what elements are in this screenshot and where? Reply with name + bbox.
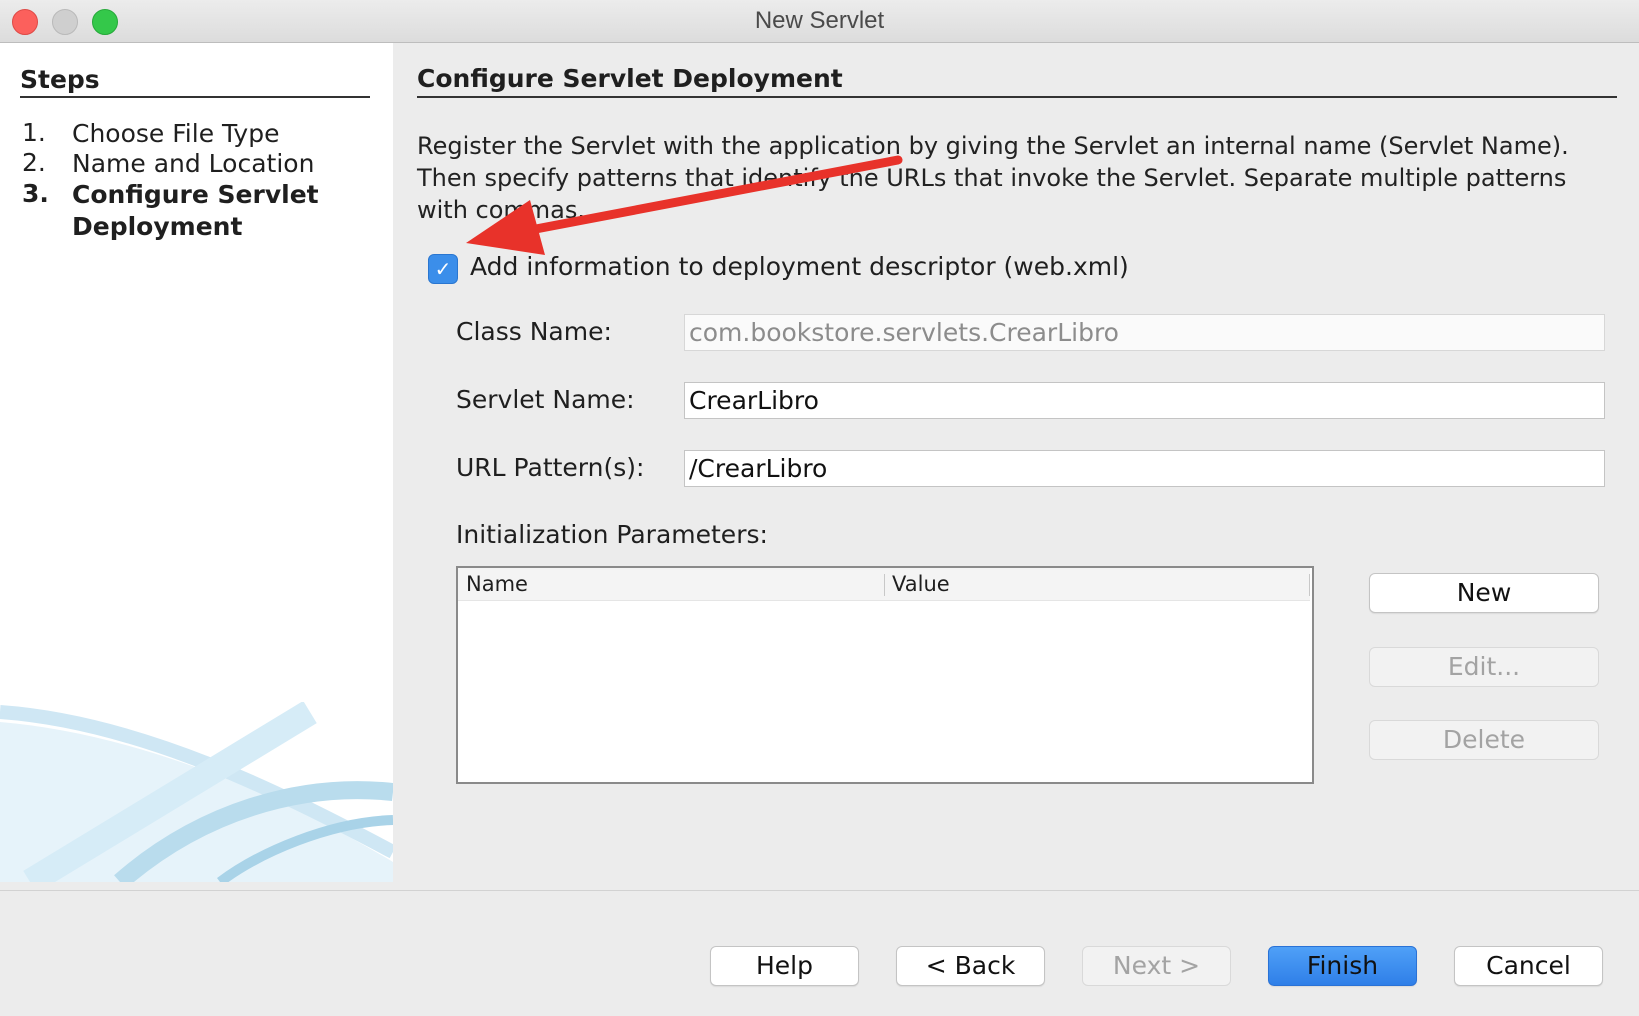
init-params-label: Initialization Parameters: xyxy=(456,520,768,549)
steps-heading: Steps xyxy=(20,65,370,98)
title-bar: New Servlet xyxy=(0,0,1639,43)
description-text: Register the Servlet with the applicatio… xyxy=(417,132,1569,224)
steps-panel: Steps 1. Choose File Type 2. Name and Loca… xyxy=(0,43,393,882)
step-number: 2. xyxy=(22,148,46,177)
class-name-field: com.bookstore.servlets.CrearLibro xyxy=(684,314,1605,351)
step-label: Configure Servlet Deployment xyxy=(72,180,319,241)
new-param-button[interactable]: New xyxy=(1369,573,1599,613)
column-header-value[interactable]: Value xyxy=(892,572,950,596)
decorative-swoosh-graphic xyxy=(0,702,393,882)
servlet-name-label: Servlet Name: xyxy=(456,385,635,414)
step-number: 3. xyxy=(22,179,49,208)
page-title: Configure Servlet Deployment xyxy=(417,64,1617,98)
step-label: Choose File Type xyxy=(72,119,280,148)
column-divider xyxy=(1309,574,1310,596)
edit-param-button[interactable]: Edit... xyxy=(1369,647,1599,687)
back-button[interactable]: < Back xyxy=(896,946,1045,986)
checkbox-label: Add information to deployment descriptor… xyxy=(470,252,1129,281)
next-button[interactable]: Next > xyxy=(1082,946,1231,986)
table-header: Name Value xyxy=(458,568,1310,601)
step-item-name-and-location: 2. Name and Location xyxy=(22,148,332,180)
finish-button[interactable]: Finish xyxy=(1268,946,1417,986)
footer-divider xyxy=(0,890,1639,891)
window-title: New Servlet xyxy=(754,7,885,34)
servlet-name-input[interactable]: CrearLibro xyxy=(684,382,1605,419)
url-pattern-label: URL Pattern(s): xyxy=(456,453,645,482)
url-pattern-input[interactable]: /CrearLibro xyxy=(684,450,1605,487)
help-button[interactable]: Help xyxy=(710,946,859,986)
column-divider[interactable] xyxy=(884,574,885,596)
add-to-web-xml-checkbox[interactable]: ✓ xyxy=(428,254,458,284)
init-params-table[interactable]: Name Value xyxy=(456,566,1314,784)
class-name-label: Class Name: xyxy=(456,317,612,346)
step-item-choose-file-type: 1. Choose File Type xyxy=(22,118,332,150)
cancel-button[interactable]: Cancel xyxy=(1454,946,1603,986)
delete-param-button[interactable]: Delete xyxy=(1369,720,1599,760)
step-number: 1. xyxy=(22,118,46,147)
step-label: Name and Location xyxy=(72,149,315,178)
step-item-configure-servlet-deployment: 3. Configure Servlet Deployment xyxy=(22,179,332,243)
column-header-name[interactable]: Name xyxy=(466,572,528,596)
checkmark-icon: ✓ xyxy=(434,257,452,281)
